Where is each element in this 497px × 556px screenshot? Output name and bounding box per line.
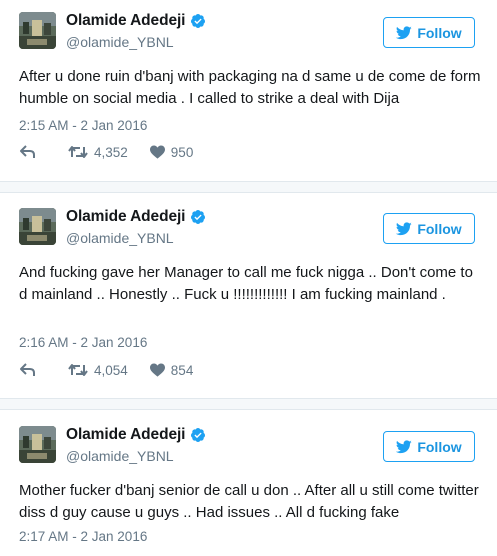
follow-button[interactable]: Follow [383,17,475,48]
tweet-timestamp[interactable]: 2:15 AM - 2 Jan 2016 [19,118,147,133]
reply-button[interactable] [19,145,36,159]
follow-button[interactable]: Follow [383,431,475,462]
author-handle[interactable]: @olamide_YBNL [66,34,174,50]
tweet-text: And fucking gave her Manager to call me … [19,264,473,303]
tweet-separator [0,398,497,410]
display-name[interactable]: Olamide Adedeji [66,426,185,444]
retweet-count: 4,054 [94,362,128,378]
author-handle[interactable]: @olamide_YBNL [66,230,174,246]
follow-label: Follow [417,438,462,455]
retweet-count: 4,352 [94,144,128,160]
tweet-timestamp[interactable]: 2:16 AM - 2 Jan 2016 [19,335,147,350]
verified-badge-icon [191,428,206,442]
twitter-bird-icon [396,221,413,235]
tweet-actions: 4,054 854 [19,360,193,380]
follow-label: Follow [417,24,462,41]
avatar[interactable] [19,12,56,49]
tweet-text: Mother fucker d'banj senior de call u do… [19,482,479,521]
display-name[interactable]: Olamide Adedeji [66,208,185,226]
twitter-bird-icon [396,25,413,39]
follow-button[interactable]: Follow [383,213,475,244]
author-handle[interactable]: @olamide_YBNL [66,448,174,464]
tweet-card-1: Olamide Adedeji @olamide_YBNL Follow Aft… [0,0,497,180]
retweet-icon [68,146,88,158]
tweet-text: After u done ruin d'banj with packaging … [19,68,481,107]
like-count: 854 [170,362,194,378]
avatar[interactable] [19,208,56,245]
follow-label: Follow [417,220,462,237]
verified-badge-icon [191,14,206,28]
heart-icon [149,145,165,159]
tweet-timestamp[interactable]: 2:17 AM - 2 Jan 2016 [19,529,147,544]
author-name-row[interactable]: Olamide Adedeji [66,207,206,227]
twitter-bird-icon [396,439,413,453]
retweet-button[interactable]: 4,352 [68,145,128,160]
display-name[interactable]: Olamide Adedeji [66,12,185,30]
reply-icon [20,363,35,376]
reply-button[interactable] [19,363,36,377]
avatar[interactable] [19,426,56,463]
verified-badge-icon [191,210,206,224]
retweet-button[interactable]: 4,054 [68,363,128,378]
tweet-card-2: Olamide Adedeji @olamide_YBNL Follow And… [0,196,497,398]
like-button[interactable]: 854 [149,362,194,378]
like-button[interactable]: 950 [149,144,194,160]
author-name-row[interactable]: Olamide Adedeji [66,11,206,31]
tweet-separator [0,181,497,193]
reply-icon [20,145,35,158]
tweet-card-3: Olamide Adedeji @olamide_YBNL Follow Mot… [0,414,497,556]
heart-icon [149,363,165,377]
retweet-icon [68,364,88,376]
like-count: 950 [170,144,194,160]
tweet-actions: 4,352 950 [19,142,193,162]
author-name-row[interactable]: Olamide Adedeji [66,425,206,445]
